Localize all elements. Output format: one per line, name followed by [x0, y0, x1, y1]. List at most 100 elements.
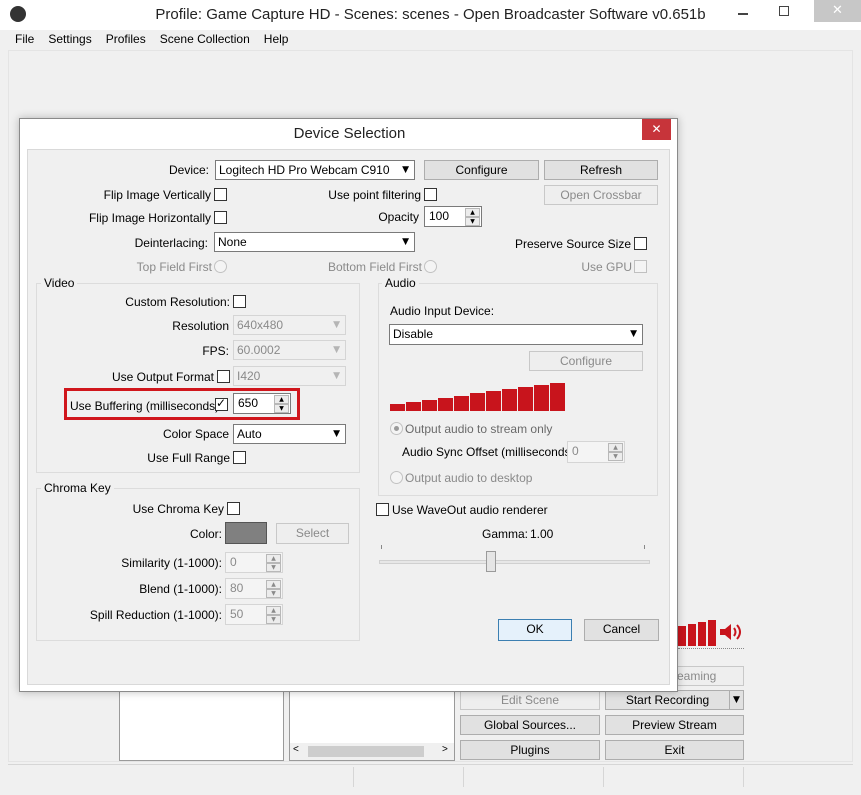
use-chroma-key-label: Use Chroma Key [132, 502, 224, 516]
blend-value: 80 [230, 581, 244, 595]
main-window-title: Profile: Game Capture HD - Scenes: scene… [155, 6, 706, 23]
resolution-value: 640x480 [237, 318, 284, 332]
audio-configure-button[interactable]: Configure [529, 351, 643, 371]
audio-meter-bar [470, 393, 485, 411]
close-button[interactable]: ✕ [814, 0, 861, 22]
bottom-field-first-label: Bottom Field First [327, 260, 422, 274]
audio-sync-offset-spinner[interactable]: 0 ▲ ▼ [567, 441, 625, 463]
output-stream-only-label: Output audio to stream only [405, 422, 553, 436]
spin-up-icon[interactable]: ▲ [266, 554, 281, 563]
menu-help[interactable]: Help [264, 32, 289, 46]
menu-file[interactable]: File [15, 32, 34, 46]
menu-settings[interactable]: Settings [48, 32, 91, 46]
spill-reduction-value: 50 [230, 607, 244, 621]
scroll-right-icon[interactable]: > [442, 744, 448, 755]
sources-list[interactable]: < > [289, 690, 455, 761]
main-audio-meter [678, 618, 718, 646]
start-streaming-button[interactable]: eaming [676, 666, 744, 686]
output-stream-only-radio[interactable] [390, 422, 403, 435]
plugins-button[interactable]: Plugins [460, 740, 600, 760]
output-desktop-radio[interactable] [390, 471, 403, 484]
custom-resolution-checkbox[interactable] [233, 295, 246, 308]
scroll-left-icon[interactable]: < [293, 744, 299, 755]
scroll-thumb[interactable] [308, 746, 424, 757]
spin-up-icon[interactable]: ▲ [266, 580, 281, 589]
preview-stream-button[interactable]: Preview Stream [605, 715, 744, 735]
h-scrollbar[interactable]: < > [290, 743, 454, 760]
use-chroma-key-checkbox[interactable] [227, 502, 240, 515]
spin-down-icon[interactable]: ▼ [608, 452, 623, 461]
spin-down-icon[interactable]: ▼ [465, 217, 480, 226]
exit-button[interactable]: Exit [605, 740, 744, 760]
fps-value: 60.0002 [237, 343, 281, 357]
spin-down-icon[interactable]: ▼ [266, 615, 281, 624]
opacity-spinner[interactable]: 100 ▲ ▼ [424, 206, 482, 227]
menu-scene-collection[interactable]: Scene Collection [160, 32, 250, 46]
use-gpu-checkbox[interactable] [634, 260, 647, 273]
flip-horizontal-label: Flip Image Horizontally [88, 211, 211, 225]
menu-profiles[interactable]: Profiles [106, 32, 146, 46]
color-space-label: Color Space [162, 427, 229, 441]
bottom-field-first-radio[interactable] [424, 260, 437, 273]
audio-group-title: Audio [382, 276, 419, 290]
use-full-range-checkbox[interactable] [233, 451, 246, 464]
custom-resolution-label: Custom Resolution: [125, 295, 230, 309]
audio-sync-offset-label: Audio Sync Offset (milliseconds): [402, 445, 578, 459]
spin-up-icon[interactable]: ▲ [266, 606, 281, 615]
buffering-spinner[interactable]: 650 ▲ ▼ [233, 393, 291, 414]
scenes-list[interactable] [119, 690, 284, 761]
preserve-size-checkbox[interactable] [634, 237, 647, 250]
maximize-button[interactable] [779, 6, 789, 16]
use-gpu-label: Use GPU [581, 260, 632, 274]
gamma-label: Gamma: [482, 527, 529, 541]
audio-input-device-label: Audio Input Device: [390, 304, 495, 318]
spill-reduction-label: Spill Reduction (1-1000): [89, 608, 222, 622]
recording-dropdown-button[interactable]: ▼ [729, 690, 744, 710]
cancel-button[interactable]: Cancel [584, 619, 659, 641]
similarity-label: Similarity (1-1000): [121, 556, 222, 570]
audio-input-device-select[interactable]: Disable ▼ [389, 324, 643, 345]
minimize-button[interactable] [738, 13, 748, 15]
waveout-label: Use WaveOut audio renderer [392, 503, 548, 517]
audio-meter-bar [534, 385, 549, 411]
audio-meter-bar [518, 387, 533, 411]
dialog-close-button[interactable]: ✕ [642, 119, 671, 140]
waveout-checkbox[interactable] [376, 503, 389, 516]
output-format-value: I420 [237, 369, 261, 383]
ok-button[interactable]: OK [498, 619, 572, 641]
spin-down-icon[interactable]: ▼ [266, 589, 281, 598]
top-field-first-radio[interactable] [214, 260, 227, 273]
deinterlacing-select[interactable]: None ▼ [214, 232, 415, 252]
point-filtering-checkbox[interactable] [424, 188, 437, 201]
use-output-format-label: Use Output Format [111, 370, 214, 384]
flip-vertical-checkbox[interactable] [214, 188, 227, 201]
refresh-button[interactable]: Refresh [544, 160, 658, 180]
device-select[interactable]: Logitech HD Pro Webcam C910 ▼ [215, 160, 415, 180]
resolution-select[interactable]: 640x480 ▼ [233, 315, 346, 335]
similarity-spinner[interactable]: 0 ▲ ▼ [225, 552, 283, 573]
spin-up-icon[interactable]: ▲ [608, 443, 623, 452]
output-format-select[interactable]: I420 ▼ [233, 366, 346, 386]
use-buffering-checkbox[interactable]: ✓ [215, 396, 228, 411]
gamma-slider[interactable] [379, 545, 650, 575]
spill-reduction-spinner[interactable]: 50 ▲ ▼ [225, 604, 283, 625]
spin-down-icon[interactable]: ▼ [266, 563, 281, 572]
checkmark-icon: ✓ [216, 396, 227, 410]
speaker-icon[interactable] [719, 622, 743, 642]
spin-up-icon[interactable]: ▲ [274, 395, 289, 404]
configure-button[interactable]: Configure [424, 160, 539, 180]
fps-select[interactable]: 60.0002 ▼ [233, 340, 346, 360]
spin-down-icon[interactable]: ▼ [274, 404, 289, 413]
global-sources-button[interactable]: Global Sources... [460, 715, 600, 735]
chroma-select-button[interactable]: Select [276, 523, 349, 544]
flip-horizontal-checkbox[interactable] [214, 211, 227, 224]
spin-up-icon[interactable]: ▲ [465, 208, 480, 217]
start-recording-button[interactable]: Start Recording [605, 690, 730, 710]
edit-scene-button[interactable]: Edit Scene [460, 690, 600, 710]
use-output-format-checkbox[interactable] [217, 370, 230, 383]
chroma-color-swatch[interactable] [225, 522, 267, 544]
slider-thumb[interactable] [486, 551, 496, 572]
open-crossbar-button[interactable]: Open Crossbar [544, 185, 658, 205]
color-space-select[interactable]: Auto ▼ [233, 424, 346, 444]
blend-spinner[interactable]: 80 ▲ ▼ [225, 578, 283, 599]
